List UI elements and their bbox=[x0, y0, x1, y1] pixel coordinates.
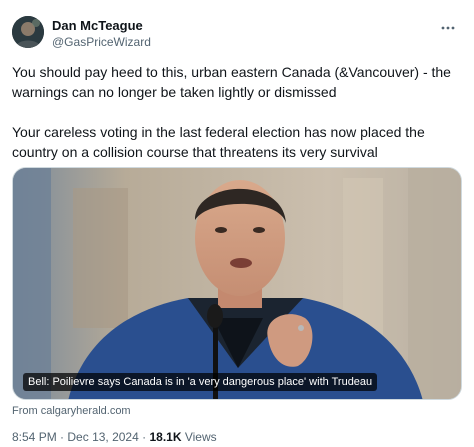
user-meta: Dan McTeague @GasPriceWizard bbox=[52, 18, 151, 50]
tweet-meta: 8:54 PM · Dec 13, 2024 · 18.1K Views bbox=[12, 430, 217, 444]
link-source[interactable]: From calgaryherald.com bbox=[12, 404, 131, 418]
more-options-button[interactable] bbox=[438, 18, 458, 38]
tweet-paragraph-1: You should pay heed to this, urban easte… bbox=[12, 64, 451, 100]
meta-separator-2: · bbox=[142, 430, 147, 444]
tweet-time[interactable]: 8:54 PM bbox=[12, 430, 57, 444]
link-card-image[interactable]: Bell: Poilievre says Canada is in 'a ver… bbox=[12, 167, 462, 400]
user-avatar[interactable] bbox=[12, 16, 44, 48]
tweet-card: Dan McTeague @GasPriceWizard You should … bbox=[0, 0, 474, 447]
tweet-date[interactable]: Dec 13, 2024 bbox=[67, 430, 138, 444]
tweet-header: Dan McTeague @GasPriceWizard bbox=[12, 16, 462, 56]
user-handle[interactable]: @GasPriceWizard bbox=[52, 34, 151, 50]
meta-separator: · bbox=[60, 430, 65, 444]
display-name[interactable]: Dan McTeague bbox=[52, 18, 151, 34]
tweet-text: You should pay heed to this, urban easte… bbox=[12, 62, 462, 162]
article-photo bbox=[13, 168, 461, 399]
views-label: Views bbox=[184, 430, 217, 444]
views-count[interactable]: 18.1K bbox=[149, 430, 181, 444]
tweet-paragraph-2: Your careless voting in the last federal… bbox=[12, 124, 425, 160]
link-card-caption[interactable]: Bell: Poilievre says Canada is in 'a ver… bbox=[23, 373, 378, 391]
ellipsis-icon bbox=[441, 26, 455, 30]
